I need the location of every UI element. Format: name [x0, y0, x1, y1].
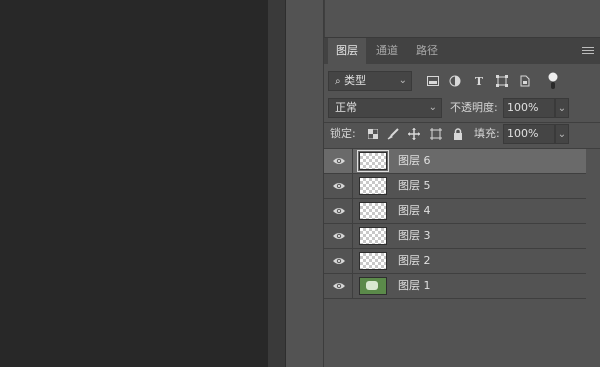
eye-icon[interactable]	[332, 255, 346, 267]
chevron-down-icon: ⌄	[557, 129, 567, 140]
divider	[352, 249, 353, 273]
opacity-slider-toggle[interactable]: ⌄	[555, 98, 569, 118]
type-filter-icon[interactable]: T	[472, 71, 486, 91]
tab-channels[interactable]: 通道	[368, 38, 406, 64]
eye-icon[interactable]	[332, 230, 346, 242]
layer-filter-row: ⌕ 类型 ⌄ T	[324, 71, 600, 91]
lock-artboard-icon[interactable]	[429, 124, 443, 144]
panel-divider[interactable]	[268, 0, 286, 367]
image-filter-icon[interactable]	[426, 71, 440, 91]
fill-label: 填充:	[474, 127, 500, 140]
blend-mode-value: 正常	[335, 101, 357, 114]
layer-thumbnail[interactable]	[359, 252, 387, 270]
layer-thumbnail[interactable]	[359, 202, 387, 220]
opacity-label: 不透明度:	[450, 101, 498, 114]
lock-row: 锁定: 填充: 100% ⌄	[324, 124, 600, 144]
layer-row-3[interactable]: 图层 3	[324, 224, 586, 249]
chevron-down-icon: ⌄	[398, 75, 407, 86]
layer-name[interactable]: 图层 3	[398, 224, 431, 248]
layer-name[interactable]: 图层 1	[398, 274, 431, 298]
filter-kind-dropdown[interactable]: ⌕ 类型 ⌄	[328, 71, 412, 91]
layers-list: 图层 6 图层 5 图层 4 图层 3 图层 2 图层 1	[324, 149, 586, 299]
layers-panel-dock: 图层 通道 路径 ⌕ 类型 ⌄ T 正常 ⌄ 不透明度: 100% ⌄ 锁定: …	[324, 0, 600, 367]
layer-row-2[interactable]: 图层 2	[324, 249, 586, 274]
layer-name[interactable]: 图层 6	[398, 149, 431, 173]
panel-menu-icon[interactable]	[582, 45, 594, 57]
layer-thumbnail[interactable]	[359, 177, 387, 195]
layer-name[interactable]: 图层 5	[398, 174, 431, 198]
tab-paths[interactable]: 路径	[408, 38, 446, 64]
layer-name[interactable]: 图层 2	[398, 249, 431, 273]
lock-position-icon[interactable]	[407, 124, 421, 144]
divider	[324, 122, 600, 123]
lock-image-pixels-icon[interactable]	[386, 124, 400, 144]
layers-scrollbar[interactable]	[586, 149, 600, 367]
eye-icon[interactable]	[332, 280, 346, 292]
eye-icon[interactable]	[332, 180, 346, 192]
chevron-down-icon: ⌄	[557, 103, 567, 114]
shape-filter-icon[interactable]	[495, 71, 509, 91]
layer-thumbnail[interactable]	[357, 150, 389, 172]
chevron-down-icon: ⌄	[428, 102, 437, 113]
layer-row-5[interactable]: 图层 5	[324, 174, 586, 199]
divider	[352, 199, 353, 223]
fill-value: 100%	[507, 127, 539, 140]
filter-toggle-icon[interactable]	[546, 71, 560, 91]
layer-row-1[interactable]: 图层 1	[324, 274, 586, 299]
lock-all-icon[interactable]	[451, 124, 465, 144]
collapsed-panel-column	[286, 0, 324, 367]
fill-input[interactable]: 100%	[503, 124, 555, 144]
layer-thumbnail[interactable]	[359, 227, 387, 245]
layer-row-6[interactable]: 图层 6	[324, 149, 586, 174]
eye-icon[interactable]	[332, 205, 346, 217]
blend-row: 正常 ⌄ 不透明度: 100% ⌄	[324, 98, 600, 118]
divider	[352, 274, 353, 298]
search-icon: ⌕	[335, 76, 341, 87]
fill-slider-toggle[interactable]: ⌄	[555, 124, 569, 144]
eye-icon[interactable]	[332, 155, 346, 167]
document-canvas-area[interactable]	[0, 0, 268, 367]
filter-kind-label: 类型	[344, 74, 367, 87]
divider	[352, 149, 353, 173]
divider	[352, 224, 353, 248]
opacity-input[interactable]: 100%	[503, 98, 555, 118]
lock-label: 锁定:	[330, 127, 356, 140]
lock-transparent-pixels-icon[interactable]	[366, 124, 380, 144]
layer-name[interactable]: 图层 4	[398, 199, 431, 223]
layer-thumbnail[interactable]	[359, 277, 387, 295]
adjustment-filter-icon[interactable]	[448, 71, 462, 91]
smart-object-filter-icon[interactable]	[518, 71, 532, 91]
opacity-value: 100%	[507, 101, 539, 114]
layer-row-4[interactable]: 图层 4	[324, 199, 586, 224]
upper-panel	[324, 0, 600, 38]
blend-mode-dropdown[interactable]: 正常 ⌄	[328, 98, 442, 118]
tab-layers[interactable]: 图层	[328, 38, 366, 64]
panel-tab-bar: 图层 通道 路径	[324, 38, 600, 64]
divider	[352, 174, 353, 198]
